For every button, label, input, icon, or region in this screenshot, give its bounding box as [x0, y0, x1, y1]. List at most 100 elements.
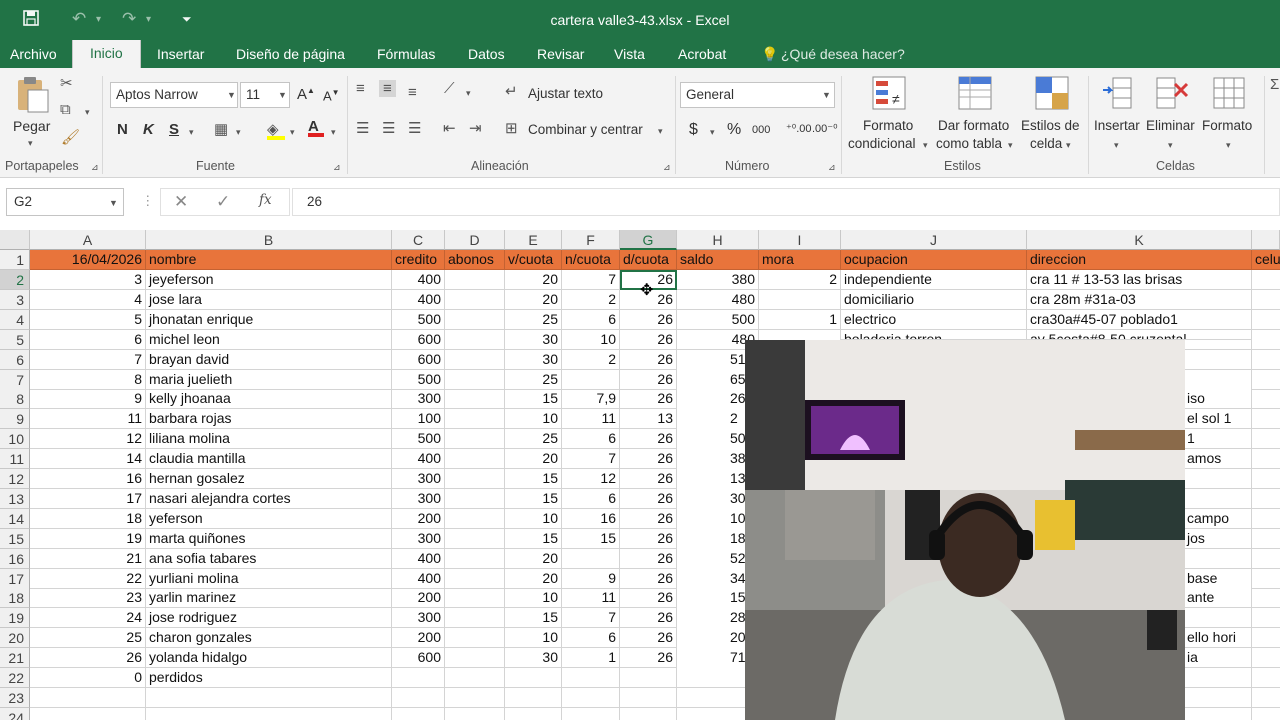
column-header-b[interactable]: B	[146, 230, 392, 250]
cell-styles-button[interactable]: Estilos de	[1021, 118, 1080, 133]
cell-b[interactable]: kelly jhoanaa	[146, 389, 392, 410]
borders-icon[interactable]: ▦	[214, 120, 228, 138]
cell-g[interactable]	[620, 687, 677, 708]
cell-e[interactable]	[505, 668, 562, 688]
row-header[interactable]: 23	[0, 687, 30, 708]
tab-revisar[interactable]: Revisar	[537, 46, 584, 62]
cell-a[interactable]: 6	[30, 329, 146, 350]
cell-d[interactable]	[445, 508, 505, 529]
merge-center-icon[interactable]: ⊞	[505, 119, 518, 137]
cell-b[interactable]: jhonatan enrique	[146, 309, 392, 330]
cell-f[interactable]: 11	[562, 409, 620, 430]
align-center-icon[interactable]: ☰	[382, 119, 395, 137]
cell-g[interactable]: 26	[620, 588, 677, 609]
row-header[interactable]: 7	[0, 369, 30, 390]
cell-partial[interactable]	[1252, 648, 1280, 669]
cell-partial[interactable]	[1252, 469, 1280, 489]
align-left-icon[interactable]: ☰	[356, 119, 369, 137]
cell-c[interactable]: 300	[392, 469, 445, 489]
align-right-icon[interactable]: ☰	[408, 119, 421, 137]
cell-c[interactable]: 300	[392, 389, 445, 410]
copy-dropdown-icon[interactable]: ▾	[85, 107, 90, 118]
formula-input[interactable]: 26	[292, 188, 1280, 216]
cell-c[interactable]: 300	[392, 488, 445, 509]
increase-font-icon[interactable]: A▲	[297, 86, 315, 103]
row-header[interactable]: 3	[0, 289, 30, 310]
cell-partial[interactable]	[1252, 310, 1280, 330]
cell-b[interactable]: yolanda hidalgo	[146, 648, 392, 669]
cell-e[interactable]: 20	[505, 270, 562, 290]
cell-k[interactable]: cra 11 # 13-53 las brisas	[1027, 270, 1252, 290]
cell-b[interactable]: yarlin marinez	[146, 588, 392, 609]
cell-partial[interactable]	[1252, 549, 1280, 569]
font-color-icon[interactable]: A	[308, 118, 324, 137]
header-cell[interactable]: abonos	[445, 250, 505, 270]
cell-d[interactable]	[445, 628, 505, 649]
cell-partial[interactable]	[1252, 708, 1280, 720]
header-cell[interactable]: n/cuota	[562, 250, 620, 270]
cell-partial[interactable]	[1252, 628, 1280, 649]
underline-button[interactable]: S	[169, 121, 179, 138]
underline-dropdown-icon[interactable]: ▾	[189, 127, 194, 138]
row-header[interactable]: 24	[0, 707, 30, 720]
cell-f[interactable]: 9	[562, 568, 620, 589]
fill-dropdown-icon[interactable]: ▾	[290, 127, 295, 138]
column-header-i[interactable]: I	[759, 230, 841, 250]
row-header[interactable]: 8	[0, 389, 30, 410]
cell-f[interactable]: 7	[562, 608, 620, 629]
cell-e[interactable]	[505, 707, 562, 720]
cell-styles-button-2[interactable]: celda	[1030, 136, 1062, 151]
cell-e[interactable]: 20	[505, 548, 562, 569]
cell-c[interactable]: 600	[392, 329, 445, 350]
row-header[interactable]: 15	[0, 528, 30, 549]
cell-i[interactable]: 1	[759, 309, 841, 330]
cell-g[interactable]: 26	[620, 429, 677, 450]
column-header-a[interactable]: A	[30, 230, 146, 250]
tab-formulas[interactable]: Fórmulas	[377, 46, 435, 62]
chevron-down-icon[interactable]: ▼	[278, 90, 287, 100]
cell-c[interactable]	[392, 707, 445, 720]
cut-icon[interactable]: ✂	[60, 74, 73, 92]
cell-partial[interactable]	[1252, 370, 1280, 390]
cell-b[interactable]	[146, 687, 392, 708]
cell-d[interactable]	[445, 608, 505, 629]
cell-e[interactable]: 10	[505, 508, 562, 529]
cell-a[interactable]: 16	[30, 469, 146, 489]
cell-c[interactable]: 600	[392, 648, 445, 669]
cell-g[interactable]	[620, 668, 677, 688]
clipboard-launcher-icon[interactable]: ⊿	[91, 162, 99, 173]
currency-dropdown-icon[interactable]: ▾	[710, 127, 715, 138]
header-cell[interactable]: mora	[759, 250, 841, 270]
tab-inicio[interactable]: Inicio	[72, 40, 141, 68]
cell-c[interactable]: 200	[392, 508, 445, 529]
cell-g[interactable]: 26	[620, 389, 677, 410]
cell-c[interactable]: 400	[392, 289, 445, 310]
cell-e[interactable]: 20	[505, 568, 562, 589]
cell-g[interactable]: 26	[620, 309, 677, 330]
format-cells-button[interactable]: Formato	[1202, 118, 1252, 133]
cell-b[interactable]: hernan gosalez	[146, 469, 392, 489]
cell-a[interactable]: 5	[30, 309, 146, 330]
paste-label[interactable]: Pegar	[13, 118, 50, 134]
cell-b[interactable]: barbara rojas	[146, 409, 392, 430]
cell-g[interactable]: 26	[620, 608, 677, 629]
cell-e[interactable]	[505, 687, 562, 708]
cell-a[interactable]: 23	[30, 588, 146, 609]
decrease-font-icon[interactable]: A▼	[323, 88, 340, 103]
cell-b[interactable]: yurliani molina	[146, 568, 392, 589]
alignment-launcher-icon[interactable]: ⊿	[663, 162, 671, 173]
number-format-select[interactable]: General	[680, 82, 835, 108]
cell-e[interactable]: 15	[505, 608, 562, 629]
cell-f[interactable]: 2	[562, 289, 620, 310]
cell-e[interactable]: 10	[505, 409, 562, 430]
conditional-format-icon[interactable]: ≠	[872, 76, 906, 114]
font-name-select[interactable]: Aptos Narrow	[110, 82, 238, 108]
header-cell[interactable]: nombre	[146, 250, 392, 270]
cell-g[interactable]: 26	[620, 548, 677, 569]
cell-f[interactable]: 11	[562, 588, 620, 609]
cell-a[interactable]: 24	[30, 608, 146, 629]
borders-dropdown-icon[interactable]: ▾	[236, 127, 241, 138]
tell-me-box[interactable]: ¿Qué desea hacer?	[781, 46, 905, 62]
column-header-k[interactable]: K	[1027, 230, 1252, 250]
bold-button[interactable]: N	[117, 121, 128, 138]
